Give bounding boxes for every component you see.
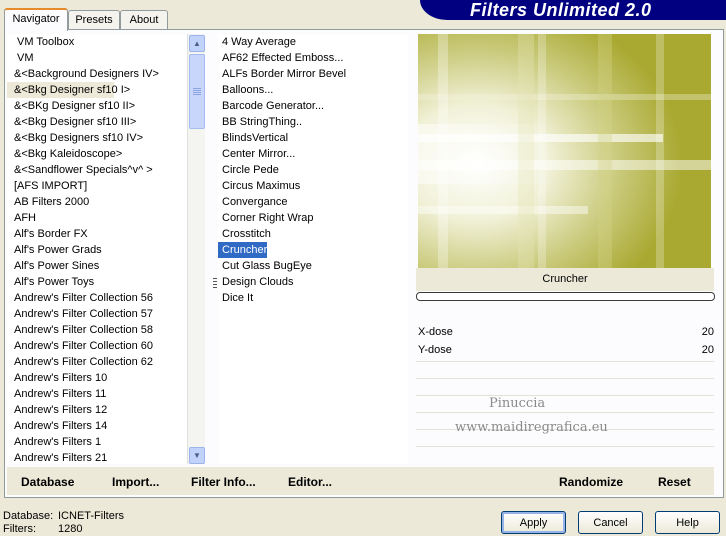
category-item[interactable]: &<BKg Designer sf10 II>: [7, 98, 204, 114]
category-item[interactable]: &<Bkg Designers sf10 IV>: [7, 130, 204, 146]
window-banner-title: Filters Unlimited 2.0: [420, 0, 726, 20]
status-database-value: ICNET-Filters: [58, 510, 124, 522]
database-command[interactable]: Database: [21, 475, 74, 489]
filter-item[interactable]: AF62 Effected Emboss...: [218, 50, 408, 66]
drag-handle-icon[interactable]: [213, 278, 217, 288]
filter-item[interactable]: BB StringThing..: [218, 114, 408, 130]
filter-item[interactable]: 4 Way Average: [218, 34, 408, 50]
tab-about[interactable]: About: [120, 10, 168, 29]
status-filters: Filters: 1280: [3, 523, 82, 536]
filter-item[interactable]: Design Clouds: [218, 274, 408, 290]
status-database-label: Database:: [3, 510, 54, 522]
status-database: Database: ICNET-Filters: [3, 510, 124, 523]
category-item[interactable]: Andrew's Filter Collection 60: [7, 338, 204, 354]
filter-item[interactable]: Circle Pede: [218, 162, 408, 178]
progress-bar: [416, 292, 715, 301]
param-label: Y-dose: [418, 344, 452, 356]
filter-preview-image: [418, 34, 711, 268]
status-filters-label: Filters:: [3, 523, 36, 535]
category-item[interactable]: &<Bkg Designer sf10 I>: [7, 82, 130, 98]
apply-button[interactable]: Apply: [501, 511, 566, 534]
param-row-x-dose[interactable]: X-dose 20: [416, 324, 714, 340]
param-value: 20: [701, 344, 714, 356]
import-command[interactable]: Import...: [112, 475, 159, 489]
cancel-button[interactable]: Cancel: [578, 511, 643, 534]
filter-item[interactable]: Convergance: [218, 194, 408, 210]
scroll-thumb[interactable]: [189, 54, 205, 129]
filter-item[interactable]: Balloons...: [218, 82, 408, 98]
category-item[interactable]: Andrew's Filters 11: [7, 386, 204, 402]
category-item[interactable]: Andrew's Filter Collection 62: [7, 354, 204, 370]
category-item[interactable]: Andrew's Filters 10: [7, 370, 204, 386]
category-item[interactable]: Alf's Border FX: [7, 226, 204, 242]
preview-filter-name: Cruncher: [416, 268, 714, 291]
category-item[interactable]: Alf's Power Toys: [7, 274, 204, 290]
category-item[interactable]: VM: [7, 50, 204, 66]
param-value: 20: [701, 326, 714, 338]
category-item[interactable]: Andrew's Filter Collection 58: [7, 322, 204, 338]
filter-item[interactable]: Cut Glass BugEye: [218, 258, 408, 274]
tab-navigator[interactable]: Navigator: [4, 8, 68, 31]
category-item[interactable]: &<Bkg Designer sf10 III>: [7, 114, 204, 130]
filter-item[interactable]: Dice It: [218, 290, 408, 306]
category-item[interactable]: AB Filters 2000: [7, 194, 204, 210]
category-item[interactable]: AFH: [7, 210, 204, 226]
category-item[interactable]: &<Sandflower Specials^v^ >: [7, 162, 204, 178]
scroll-up-arrow-icon[interactable]: ▲: [189, 35, 205, 52]
filter-info-command[interactable]: Filter Info...: [191, 475, 256, 489]
filter-item[interactable]: ALFs Border Mirror Bevel: [218, 66, 408, 82]
category-list[interactable]: VM Toolbox VM &<Background Designers IV> &<…: [7, 34, 205, 464]
category-item[interactable]: Andrew's Filters 14: [7, 418, 204, 434]
filter-item[interactable]: Corner Right Wrap: [218, 210, 408, 226]
category-item[interactable]: Alf's Power Grads: [7, 242, 204, 258]
category-scrollbar[interactable]: ▲ ▼: [187, 34, 205, 464]
category-item[interactable]: Andrew's Filters 12: [7, 402, 204, 418]
category-item[interactable]: Andrew's Filters 21: [7, 450, 204, 464]
watermark-name: Pinuccia: [489, 396, 546, 411]
filter-item[interactable]: Circus Maximus: [218, 178, 408, 194]
category-item[interactable]: Alf's Power Sines: [7, 258, 204, 274]
filter-list[interactable]: 4 Way Average AF62 Effected Emboss... ALFs…: [218, 34, 408, 464]
filter-item[interactable]: Crosstitch: [218, 226, 408, 242]
watermark-url: www.maidiregrafica.eu: [455, 420, 608, 435]
randomize-command[interactable]: Randomize: [559, 475, 623, 489]
scroll-down-arrow-icon[interactable]: ▼: [189, 447, 205, 464]
category-item[interactable]: Andrew's Filter Collection 56: [7, 290, 204, 306]
param-label: X-dose: [418, 326, 453, 338]
editor-command[interactable]: Editor...: [288, 475, 332, 489]
param-row-y-dose[interactable]: Y-dose 20: [416, 342, 714, 358]
category-item[interactable]: &<Background Designers IV>: [7, 66, 204, 82]
tab-presets[interactable]: Presets: [68, 10, 120, 29]
category-item[interactable]: [AFS IMPORT]: [7, 178, 204, 194]
category-item[interactable]: Andrew's Filter Collection 57: [7, 306, 204, 322]
command-bar: Database Import... Filter Info... Editor…: [7, 467, 714, 495]
filter-item[interactable]: Cruncher: [218, 242, 267, 258]
reset-command[interactable]: Reset: [658, 475, 691, 489]
filter-item[interactable]: Barcode Generator...: [218, 98, 408, 114]
category-item[interactable]: &<Bkg Kaleidoscope>: [7, 146, 204, 162]
filter-item[interactable]: Center Mirror...: [218, 146, 408, 162]
help-button[interactable]: Help: [655, 511, 720, 534]
category-item[interactable]: VM Toolbox: [7, 34, 204, 50]
category-item[interactable]: Andrew's Filters 1: [7, 434, 204, 450]
filter-item[interactable]: BlindsVertical: [218, 130, 408, 146]
status-filters-value: 1280: [58, 523, 83, 535]
